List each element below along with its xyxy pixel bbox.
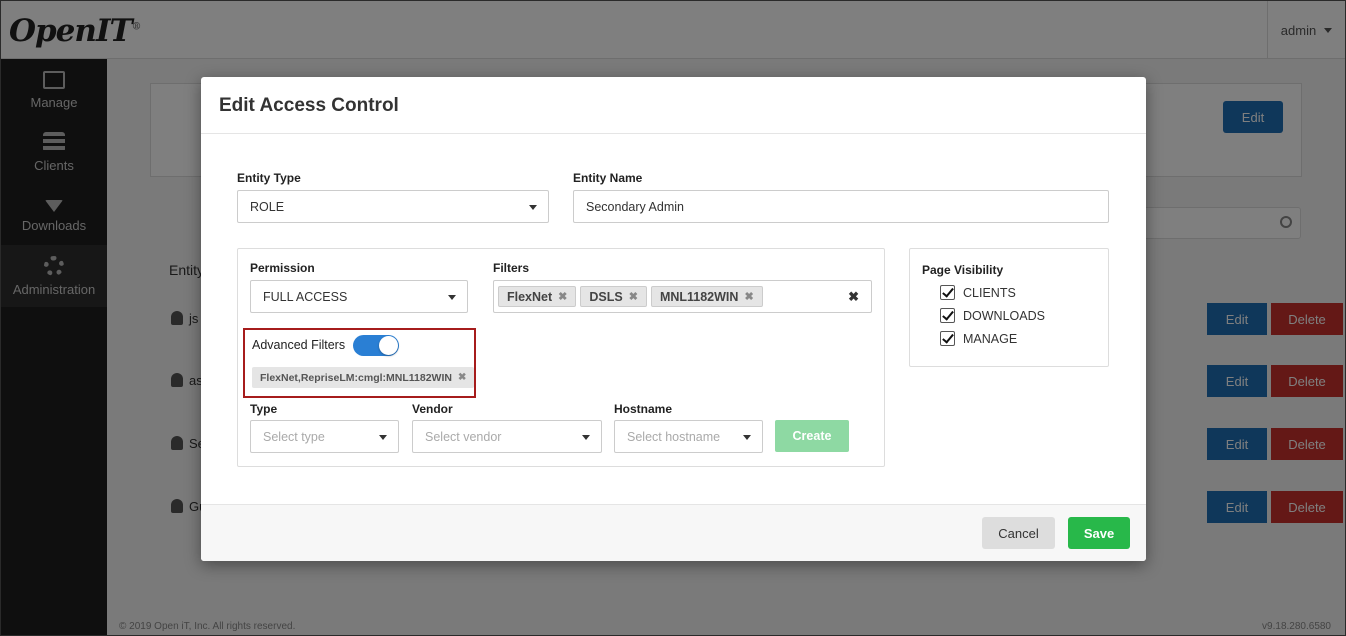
remove-tag-icon[interactable]: ✖ <box>558 290 567 303</box>
chevron-down-icon <box>379 435 387 440</box>
hostname-select[interactable]: Select hostname <box>614 420 763 453</box>
checkbox-label: DOWNLOADS <box>963 308 1045 323</box>
chevron-down-icon <box>448 295 456 300</box>
chevron-down-icon <box>529 205 537 210</box>
clients-checkbox[interactable] <box>940 285 955 300</box>
advanced-filters-highlight: Advanced Filters FlexNet,RepriseLM:cmgl:… <box>243 328 476 398</box>
entity-name-value: Secondary Admin <box>586 199 684 214</box>
downloads-checkbox[interactable] <box>940 308 955 323</box>
filter-tag: DSLS ✖ <box>580 286 647 307</box>
filter-tag-label: DSLS <box>589 289 623 304</box>
clear-filters-icon[interactable]: ✖ <box>848 289 859 305</box>
chevron-down-icon <box>743 435 751 440</box>
modal-header: Edit Access Control <box>201 77 1146 134</box>
entity-type-select[interactable]: ROLE <box>237 190 549 223</box>
checkbox-label: CLIENTS <box>963 285 1016 300</box>
manage-checkbox[interactable] <box>940 331 955 346</box>
entity-name-label: Entity Name <box>573 171 643 185</box>
filters-label: Filters <box>493 261 530 275</box>
advanced-filters-toggle[interactable] <box>353 335 399 356</box>
hostname-label: Hostname <box>614 402 673 416</box>
filter-tag: MNL1182WIN ✖ <box>650 286 763 307</box>
visibility-downloads-row[interactable]: DOWNLOADS <box>940 308 1045 323</box>
advanced-filters-label: Advanced Filters <box>252 338 346 352</box>
create-button[interactable]: Create <box>775 420 849 452</box>
entity-name-field[interactable]: Secondary Admin <box>573 190 1109 223</box>
type-placeholder: Select type <box>263 429 325 444</box>
entity-type-label: Entity Type <box>237 171 301 185</box>
advanced-filter-tag: FlexNet,RepriseLM:cmgl:MNL1182WIN ✖ <box>252 367 475 388</box>
filter-tag-label: FlexNet <box>507 289 553 304</box>
filter-tag: FlexNet ✖ <box>498 286 577 307</box>
vendor-select[interactable]: Select vendor <box>412 420 602 453</box>
cancel-button[interactable]: Cancel <box>982 517 1055 549</box>
toggle-knob <box>379 336 398 355</box>
visibility-clients-row[interactable]: CLIENTS <box>940 285 1016 300</box>
page-visibility-panel: Page Visibility CLIENTS DOWNLOADS MANAGE <box>909 248 1109 367</box>
advanced-filter-tag-label: FlexNet,RepriseLM:cmgl:MNL1182WIN <box>260 371 452 384</box>
remove-tag-icon[interactable]: ✖ <box>744 290 753 303</box>
remove-tag-icon[interactable]: ✖ <box>458 372 466 383</box>
page-visibility-label: Page Visibility <box>922 263 1004 277</box>
filter-tag-label: MNL1182WIN <box>659 289 739 304</box>
vendor-label: Vendor <box>412 402 453 416</box>
permission-select[interactable]: FULL ACCESS <box>250 280 468 313</box>
modal-footer: Cancel Save <box>201 504 1146 561</box>
checkbox-label: MANAGE <box>963 331 1018 346</box>
permission-label: Permission <box>250 261 315 275</box>
edit-access-control-modal: Edit Access Control Entity Type ROLE Ent… <box>201 77 1146 561</box>
hostname-placeholder: Select hostname <box>627 429 721 444</box>
save-button[interactable]: Save <box>1068 517 1130 549</box>
filters-input[interactable]: FlexNet ✖ DSLS ✖ MNL1182WIN ✖ ✖ <box>493 280 872 313</box>
permission-value: FULL ACCESS <box>263 289 348 304</box>
type-label: Type <box>250 402 278 416</box>
visibility-manage-row[interactable]: MANAGE <box>940 331 1017 346</box>
chevron-down-icon <box>582 435 590 440</box>
modal-title: Edit Access Control <box>219 95 399 116</box>
remove-tag-icon[interactable]: ✖ <box>629 290 638 303</box>
entity-type-value: ROLE <box>250 199 285 214</box>
type-select[interactable]: Select type <box>250 420 399 453</box>
vendor-placeholder: Select vendor <box>425 429 502 444</box>
